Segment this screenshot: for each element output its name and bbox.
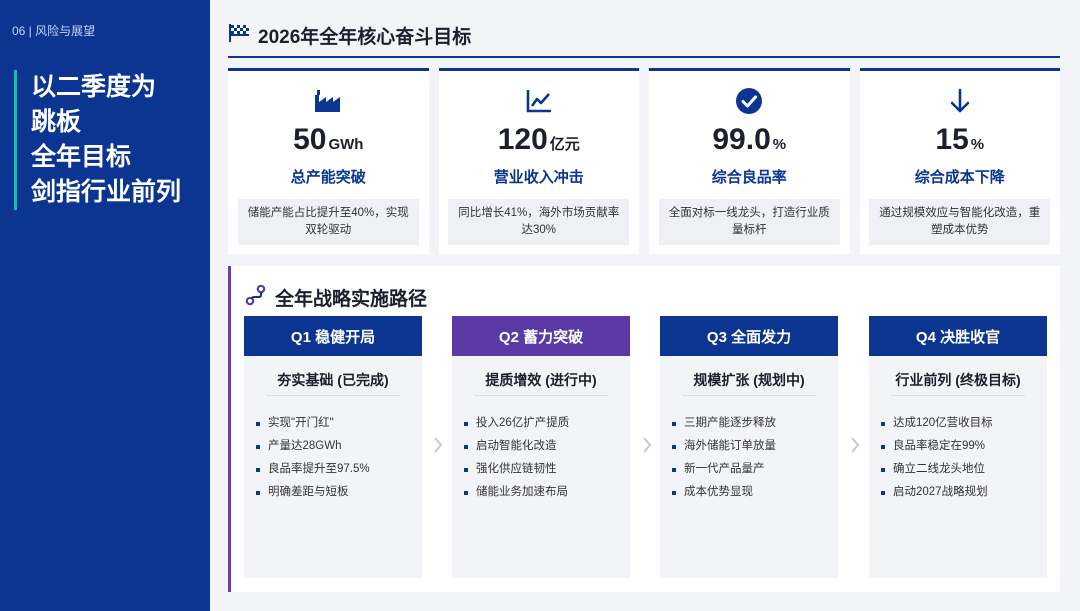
kpi-description: 储能产能占比提升至40%，实现双轮驱动 [237, 199, 419, 245]
kpi-card-cost: 15% 综合成本下降 通过规模效应与智能化改造，重塑成本优势 [859, 68, 1060, 254]
roadmap-section: 全年战略实施路径 Q1 稳健开局 夯实基础 (已完成) 实现"开门红" 产量达2… [228, 266, 1060, 592]
checkered-flag-icon [228, 23, 250, 48]
list-item: 海外储能订单放量 [672, 435, 838, 458]
kpi-card-revenue: 120 亿元 营业收入冲击 同比增长41%，海外市场贡献率达30% [438, 68, 639, 254]
kpi-cards: 50 GWh 总产能突破 储能产能占比提升至40%，实现双轮驱动 120 亿元 营业… [228, 68, 1060, 254]
phase-card-q4: Q4 决胜收官 行业前列 (终极目标) 达成120亿营收目标 良品率稳定在99%… [869, 316, 1047, 578]
list-item: 投入26亿扩产提质 [464, 412, 630, 435]
trend-chart-icon [523, 85, 555, 117]
phase-subtitle: 夯实基础 (已完成) [266, 370, 400, 396]
phase-list: 实现"开门红" 产量达28GWh 良品率提升至97.5% 明确差距与短板 [256, 412, 422, 504]
list-item: 启动2027战略规划 [881, 481, 1047, 504]
kpi-card-capacity: 50 GWh 总产能突破 储能产能占比提升至40%，实现双轮驱动 [228, 68, 429, 254]
sidebar-panel: 06 | 风险与展望 以二季度为 跳板 全年目标 剑指行业前列 [0, 0, 210, 611]
kpi-value: 15% [935, 123, 985, 156]
headline-line: 跳板 [31, 108, 82, 136]
list-item: 达成120亿营收目标 [881, 412, 1047, 435]
kpi-label: 综合良品率 [711, 169, 787, 186]
phase-card-q2: Q2 蓄力突破 提质增效 (进行中) 投入26亿扩产提质 启动智能化改造 强化供… [452, 316, 630, 578]
kpi-value: 99.0% [712, 123, 787, 156]
kpi-label: 综合成本下降 [914, 169, 1005, 186]
chevron-right-icon [848, 434, 862, 456]
phase-list: 三期产能逐步释放 海外储能订单放量 新一代产品量产 成本优势显现 [672, 412, 838, 504]
goals-title-text: 2026年全年核心奋斗目标 [258, 27, 472, 48]
list-item: 良品率提升至97.5% [256, 458, 422, 481]
list-item: 三期产能逐步释放 [672, 412, 838, 435]
phase-card-q3: Q3 全面发力 规模扩张 (规划中) 三期产能逐步释放 海外储能订单放量 新一代… [660, 316, 838, 578]
kpi-value: 50 GWh [293, 123, 364, 156]
phase-card-q1: Q1 稳健开局 夯实基础 (已完成) 实现"开门红" 产量达28GWh 良品率提… [244, 316, 422, 578]
list-item: 成本优势显现 [672, 481, 838, 504]
phase-header: Q1 稳健开局 [244, 316, 422, 356]
list-item: 产量达28GWh [256, 435, 422, 458]
kpi-card-yield: 99.0% 综合良品率 全面对标一线龙头，打造行业质量标杆 [649, 68, 850, 254]
kpi-description: 通过规模效应与智能化改造，重塑成本优势 [869, 199, 1051, 245]
kpi-value: 120 亿元 [497, 123, 580, 156]
section-label: 06 | 风险与展望 [12, 24, 96, 38]
list-item: 明确差距与短板 [256, 481, 422, 504]
roadmap-title: 全年战略实施路径 [245, 284, 427, 311]
list-item: 良品率稳定在99% [881, 435, 1047, 458]
phase-subtitle: 规模扩张 (规划中) [682, 370, 816, 396]
phase-list: 投入26亿扩产提质 启动智能化改造 强化供应链韧性 储能业务加速布局 [464, 412, 630, 504]
kpi-label: 营业收入冲击 [493, 169, 584, 186]
route-icon [245, 284, 267, 311]
headline-line: 以二季度为 [31, 73, 157, 101]
phase-subtitle: 行业前列 (终极目标) [891, 370, 1025, 396]
list-item: 启动智能化改造 [464, 435, 630, 458]
chevron-right-icon [640, 434, 654, 456]
headline-line: 全年目标 [31, 143, 132, 171]
list-item: 储能业务加速布局 [464, 481, 630, 504]
list-item: 强化供应链韧性 [464, 458, 630, 481]
headline-line: 剑指行业前列 [31, 178, 182, 206]
list-item: 确立二线龙头地位 [881, 458, 1047, 481]
phase-header: Q3 全面发力 [660, 316, 838, 356]
list-item: 新一代产品量产 [672, 458, 838, 481]
phase-header: Q2 蓄力突破 [452, 316, 630, 356]
headline: 以二季度为 跳板 全年目标 剑指行业前列 [14, 70, 204, 210]
phase-header: Q4 决胜收官 [869, 316, 1047, 356]
factory-icon [312, 85, 344, 117]
kpi-description: 全面对标一线龙头，打造行业质量标杆 [658, 199, 840, 245]
roadmap-title-text: 全年战略实施路径 [275, 289, 428, 310]
phase-list: 达成120亿营收目标 良品率稳定在99% 确立二线龙头地位 启动2027战略规划 [881, 412, 1047, 504]
kpi-label: 总产能突破 [290, 169, 366, 186]
list-item: 实现"开门红" [256, 412, 422, 435]
check-circle-icon [733, 85, 765, 117]
chevron-right-icon [431, 434, 445, 456]
goals-title: 2026年全年核心奋斗目标 [228, 22, 471, 49]
kpi-description: 同比增长41%，海外市场贡献率达30% [448, 199, 630, 245]
arrow-down-icon [944, 85, 976, 117]
phase-subtitle: 提质增效 (进行中) [474, 370, 608, 396]
title-divider [228, 56, 1060, 58]
